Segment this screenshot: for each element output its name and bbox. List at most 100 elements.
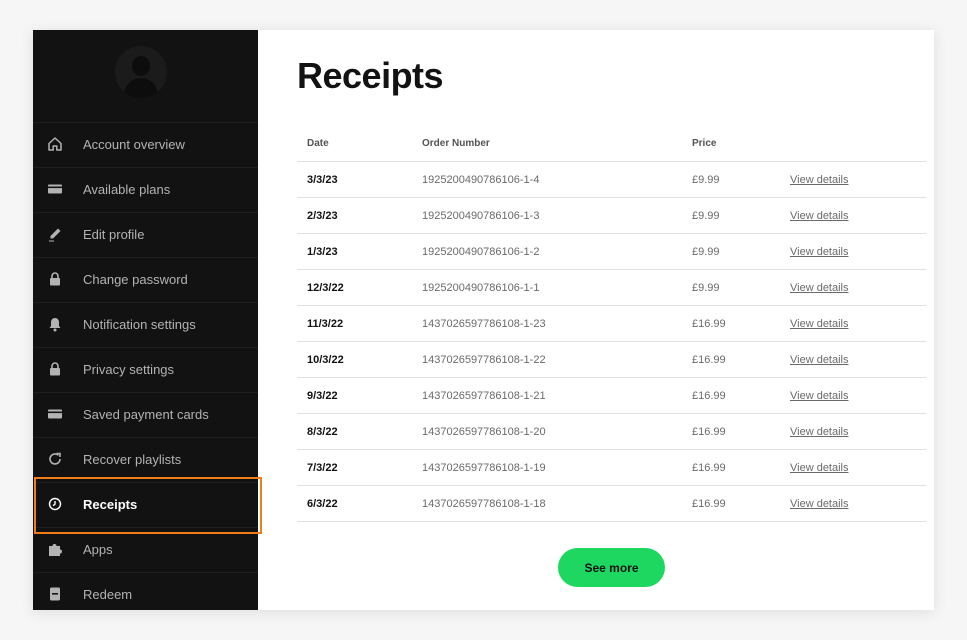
- cell-price: £16.99: [682, 485, 780, 522]
- cell-date: 6/3/22: [297, 485, 412, 522]
- cell-price: £9.99: [682, 269, 780, 306]
- sidebar-item-label: Privacy settings: [83, 362, 175, 377]
- avatar[interactable]: [115, 46, 167, 98]
- view-details-link[interactable]: View details: [790, 174, 849, 186]
- sidebar-item-redeem[interactable]: Redeem: [33, 572, 258, 610]
- view-details-link[interactable]: View details: [790, 390, 849, 402]
- sidebar-item-notification-settings[interactable]: Notification settings: [33, 302, 258, 347]
- table-row: 8/3/22 1437026597786108-1-20 £16.99 View de…: [297, 413, 926, 450]
- account-window: Account overview Available plans Edit prof…: [33, 30, 934, 610]
- see-more-button[interactable]: See more: [558, 548, 665, 587]
- card-icon: [47, 406, 63, 422]
- puzzle-icon: [47, 541, 63, 557]
- cell-date: 10/3/22: [297, 341, 412, 378]
- table-row: 1/3/23 1925200490786106-1-2 £9.99 View deta…: [297, 233, 926, 270]
- clock-icon: [47, 496, 63, 512]
- sidebar-item-recover-playlists[interactable]: Recover playlists: [33, 437, 258, 482]
- cell-actions: View details: [780, 197, 926, 234]
- sidebar-item-receipts[interactable]: Receipts: [33, 482, 258, 527]
- table-row: 6/3/22 1437026597786108-1-18 £16.99 View de…: [297, 485, 926, 522]
- cell-actions: View details: [780, 449, 926, 486]
- view-details-link[interactable]: View details: [790, 462, 849, 474]
- view-details-link[interactable]: View details: [790, 318, 849, 330]
- avatar-head-shape: [132, 56, 150, 76]
- table-row: 9/3/22 1437026597786108-1-21 £16.99 View de…: [297, 377, 926, 414]
- cell-date: 7/3/22: [297, 449, 412, 486]
- table-row: 10/3/22 1437026597786108-1-22 £16.99 View d…: [297, 341, 926, 378]
- pencil-icon: [47, 226, 63, 242]
- cell-date: 12/3/22: [297, 269, 412, 306]
- cell-price: £9.99: [682, 233, 780, 270]
- sidebar-item-label: Recover playlists: [83, 452, 182, 467]
- table-row: 11/3/22 1437026597786108-1-23 £16.99 View d…: [297, 305, 926, 342]
- sidebar-item-saved-payment-cards[interactable]: Saved payment cards: [33, 392, 258, 437]
- table-row: 7/3/22 1437026597786108-1-19 £16.99 View de…: [297, 449, 926, 486]
- cell-actions: View details: [780, 305, 926, 342]
- main-content: Receipts Date Order Number Price 3/3/23 1…: [258, 30, 934, 610]
- cell-order-number: 1437026597786108-1-18: [412, 485, 682, 522]
- home-icon: [47, 136, 63, 152]
- cell-actions: View details: [780, 377, 926, 414]
- avatar-shoulders-shape: [124, 78, 158, 98]
- bell-icon: [47, 316, 63, 332]
- sidebar-item-label: Saved payment cards: [83, 407, 209, 422]
- cell-date: 3/3/23: [297, 161, 412, 198]
- sidebar-item-change-password[interactable]: Change password: [33, 257, 258, 302]
- view-details-link[interactable]: View details: [790, 282, 849, 294]
- table-row: 3/3/23 1925200490786106-1-4 £9.99 View deta…: [297, 161, 926, 198]
- page-title: Receipts: [297, 55, 444, 96]
- cell-actions: View details: [780, 269, 926, 306]
- cell-price: £16.99: [682, 341, 780, 378]
- sidebar-item-label: Receipts: [83, 497, 138, 512]
- cell-price: £16.99: [682, 377, 780, 414]
- view-details-link[interactable]: View details: [790, 210, 849, 222]
- cell-date: 11/3/22: [297, 305, 412, 342]
- cell-price: £16.99: [682, 449, 780, 486]
- view-details-link[interactable]: View details: [790, 354, 849, 366]
- view-details-link[interactable]: View details: [790, 246, 849, 258]
- cell-date: 2/3/23: [297, 197, 412, 234]
- cell-date: 1/3/23: [297, 233, 412, 270]
- view-details-link[interactable]: View details: [790, 426, 849, 438]
- cell-order-number: 1925200490786106-1-1: [412, 269, 682, 306]
- cell-order-number: 1437026597786108-1-21: [412, 377, 682, 414]
- sidebar: Account overview Available plans Edit prof…: [33, 30, 258, 610]
- cell-date: 8/3/22: [297, 413, 412, 450]
- sidebar-item-label: Change password: [83, 272, 188, 287]
- cell-actions: View details: [780, 233, 926, 270]
- receipts-table: Date Order Number Price 3/3/23 1925200490…: [297, 126, 926, 522]
- sidebar-item-edit-profile[interactable]: Edit profile: [33, 212, 258, 257]
- table-header-row: Date Order Number Price: [297, 126, 926, 162]
- table-row: 12/3/22 1925200490786106-1-1 £9.99 View det…: [297, 269, 926, 306]
- cell-order-number: 1925200490786106-1-4: [412, 161, 682, 198]
- cell-actions: View details: [780, 485, 926, 522]
- cell-actions: View details: [780, 341, 926, 378]
- column-header-date: Date: [297, 126, 412, 162]
- cell-order-number: 1925200490786106-1-2: [412, 233, 682, 270]
- sidebar-item-apps[interactable]: Apps: [33, 527, 258, 572]
- column-header-actions: [780, 126, 926, 162]
- cell-actions: View details: [780, 413, 926, 450]
- sidebar-item-label: Notification settings: [83, 317, 196, 332]
- card-icon: [47, 181, 63, 197]
- cell-order-number: 1437026597786108-1-23: [412, 305, 682, 342]
- lock-icon: [47, 271, 63, 287]
- sidebar-item-available-plans[interactable]: Available plans: [33, 167, 258, 212]
- table-row: 2/3/23 1925200490786106-1-3 £9.99 View deta…: [297, 197, 926, 234]
- sidebar-item-label: Account overview: [83, 137, 185, 152]
- sidebar-item-privacy-settings[interactable]: Privacy settings: [33, 347, 258, 392]
- cell-date: 9/3/22: [297, 377, 412, 414]
- sidebar-nav: Account overview Available plans Edit prof…: [33, 122, 258, 610]
- sidebar-item-label: Edit profile: [83, 227, 145, 242]
- cell-order-number: 1437026597786108-1-19: [412, 449, 682, 486]
- sidebar-item-account-overview[interactable]: Account overview: [33, 122, 258, 167]
- sidebar-item-label: Apps: [83, 542, 113, 557]
- view-details-link[interactable]: View details: [790, 498, 849, 510]
- cell-order-number: 1437026597786108-1-20: [412, 413, 682, 450]
- redeem-icon: [47, 586, 63, 602]
- cell-price: £16.99: [682, 413, 780, 450]
- refresh-icon: [47, 451, 63, 467]
- cell-price: £9.99: [682, 197, 780, 234]
- cell-actions: View details: [780, 161, 926, 198]
- cell-price: £9.99: [682, 161, 780, 198]
